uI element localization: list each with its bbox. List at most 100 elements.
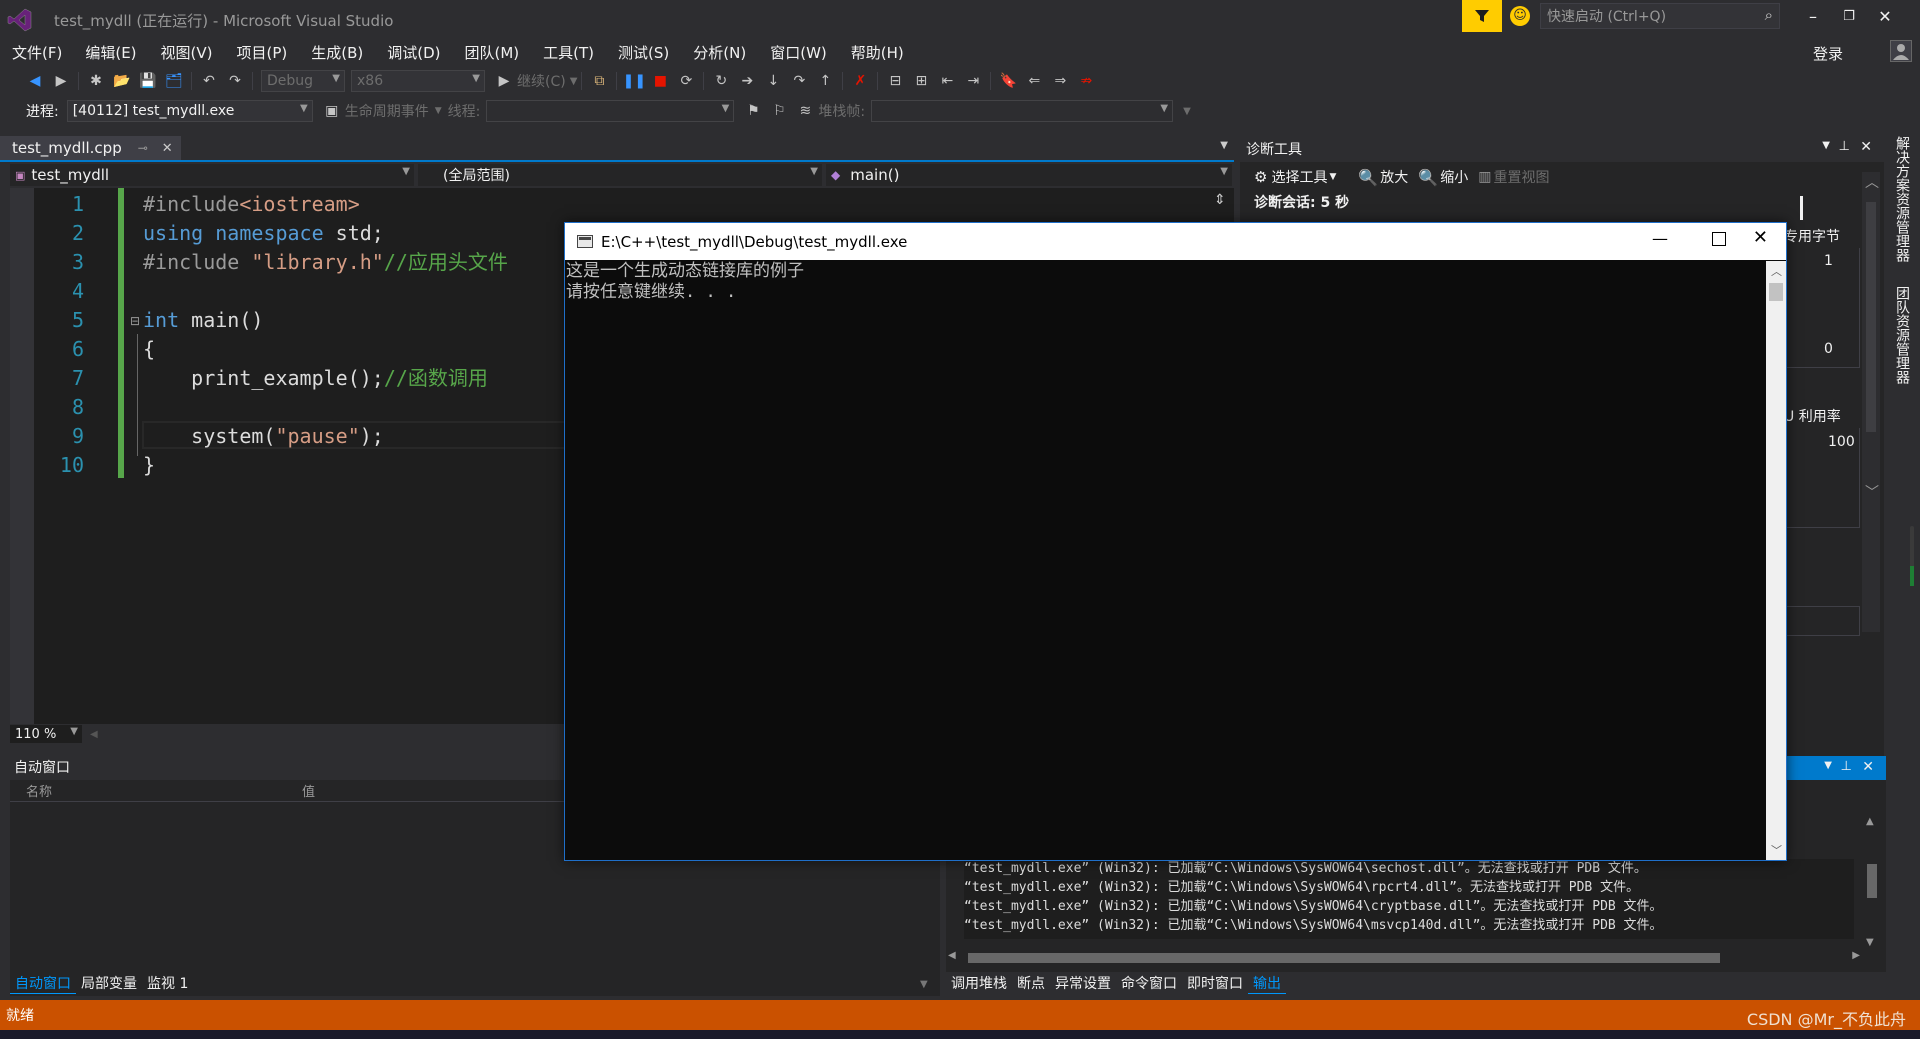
gear-icon[interactable]: ⚙ xyxy=(1254,168,1267,186)
menu-debug[interactable]: 调试(D) xyxy=(381,42,446,63)
close-tab-icon[interactable]: ✕ xyxy=(162,141,173,156)
output-text[interactable]: “test_mydll.exe” (Win32): 已加载“C:\Windows… xyxy=(964,859,1854,939)
undo-icon[interactable]: ↶ xyxy=(198,70,220,92)
pin-icon[interactable]: ⊸ xyxy=(138,141,148,155)
bookmark-icon[interactable]: 🔖 xyxy=(997,70,1019,92)
sign-in-link[interactable]: 登录 xyxy=(1813,43,1843,64)
browse-target-icon[interactable]: ⧉ xyxy=(588,70,610,92)
search-icon[interactable]: ⌕ xyxy=(1765,6,1773,24)
chevron-down-icon[interactable]: ▼ xyxy=(570,76,578,87)
tab-overflow-icon[interactable]: ▼ xyxy=(1220,140,1228,151)
new-project-icon[interactable]: ✱ xyxy=(85,70,107,92)
scroll-thumb[interactable] xyxy=(968,953,1720,963)
collapse-outline-icon[interactable]: ⊟ xyxy=(130,314,140,328)
zoom-out-icon[interactable]: 🔍 xyxy=(1418,168,1438,187)
nav-scope-dropdown[interactable]: (全局范围) ▼ xyxy=(418,164,822,186)
continue-icon[interactable]: ▶ xyxy=(493,70,515,92)
step-into-icon[interactable]: ➔ xyxy=(736,70,758,92)
minimize-button[interactable]: – xyxy=(1795,7,1831,26)
open-file-icon[interactable]: 📂 xyxy=(111,70,133,92)
scroll-thumb[interactable] xyxy=(1769,283,1783,301)
step-over-icon[interactable]: ↓ xyxy=(762,70,784,92)
chevron-down-icon[interactable]: ▼ xyxy=(435,106,442,116)
account-avatar-icon[interactable] xyxy=(1890,40,1912,62)
zoom-dropdown[interactable]: 110 % ▼ xyxy=(10,725,82,743)
side-tab-solution-explorer[interactable]: 解决方案资源管理器 xyxy=(1892,136,1912,262)
zoom-in-icon[interactable]: 🔍 xyxy=(1358,168,1378,187)
save-icon[interactable]: 💾 xyxy=(137,70,159,92)
zoom-out-button[interactable]: 缩小 xyxy=(1440,167,1468,187)
tab-command-window[interactable]: 命令窗口 xyxy=(1116,973,1182,993)
stackframe-dropdown[interactable]: ▼ xyxy=(871,100,1174,122)
lifecycle-label[interactable]: 生命周期事件 xyxy=(345,101,429,121)
scroll-right-icon[interactable]: ▶ xyxy=(1852,950,1860,961)
column-header-value[interactable]: 值 xyxy=(302,781,315,800)
hscroll-left-icon[interactable]: ◀ xyxy=(90,729,98,740)
menu-project[interactable]: 项目(P) xyxy=(231,42,294,63)
pin-icon[interactable]: ⊥ xyxy=(1839,139,1850,154)
chevron-down-icon[interactable]: ▼ xyxy=(1822,140,1830,151)
console-maximize-button[interactable] xyxy=(1712,232,1726,246)
zoom-in-button[interactable]: 放大 xyxy=(1380,167,1408,187)
scroll-down-icon[interactable]: ﹀ xyxy=(1771,842,1782,858)
scroll-thumb[interactable] xyxy=(1867,864,1877,898)
process-dropdown[interactable]: [40112] test_mydll.exe ▼ xyxy=(66,100,313,122)
scroll-up-icon[interactable]: ︿ xyxy=(1865,172,1879,192)
pause-icon[interactable]: ❚❚ xyxy=(623,70,646,92)
toolbar-overflow-icon[interactable]: ▼ xyxy=(1183,106,1191,117)
side-tab-team-explorer[interactable]: 团队资源管理器 xyxy=(1892,286,1912,384)
menu-window[interactable]: 窗口(W) xyxy=(764,42,833,63)
step-out-icon[interactable]: ↷ xyxy=(788,70,810,92)
flag-icon[interactable]: ⚑ xyxy=(742,100,764,122)
show-threads-icon[interactable]: ≋ xyxy=(794,100,816,122)
reset-view-button[interactable]: 重置视图 xyxy=(1493,167,1549,187)
tab-immediate-window[interactable]: 即时窗口 xyxy=(1182,973,1248,993)
menu-view[interactable]: 视图(V) xyxy=(155,42,219,63)
notification-filter-button[interactable] xyxy=(1462,0,1502,32)
tab-breakpoints[interactable]: 断点 xyxy=(1012,973,1050,993)
restart-icon[interactable]: ⟳ xyxy=(675,70,697,92)
document-tab-active[interactable]: test_mydll.cpp ⊸ ✕ xyxy=(0,136,181,160)
menu-build[interactable]: 生成(B) xyxy=(305,42,369,63)
menu-file[interactable]: 文件(F) xyxy=(6,42,68,63)
stop-icon[interactable]: ■ xyxy=(649,70,671,92)
decrease-indent-icon[interactable]: ⇤ xyxy=(936,70,958,92)
lifecycle-icon[interactable]: ▣ xyxy=(321,100,343,122)
tab-locals[interactable]: 局部变量 xyxy=(76,973,142,993)
increase-indent-icon[interactable]: ⇥ xyxy=(962,70,984,92)
autos-vscroll[interactable]: ▼ xyxy=(920,856,934,990)
output-vscroll[interactable]: ▲ ▼ xyxy=(1864,816,1880,948)
console-window[interactable]: E:\C++\test_mydll\Debug\test_mydll.exe —… xyxy=(564,222,1787,861)
uncomment-icon[interactable]: ⊞ xyxy=(910,70,932,92)
menu-team[interactable]: 团队(M) xyxy=(459,42,526,63)
tab-exception-settings[interactable]: 异常设置 xyxy=(1050,973,1116,993)
scroll-down-icon[interactable]: ▼ xyxy=(920,979,928,990)
restore-button[interactable]: ❐ xyxy=(1831,9,1867,24)
thread-dropdown[interactable]: ▼ xyxy=(486,100,735,122)
config-dropdown[interactable]: Debug ▼ xyxy=(261,70,345,92)
console-close-button[interactable]: ✕ xyxy=(1753,227,1768,248)
redo-icon[interactable]: ↷ xyxy=(224,70,246,92)
comment-out-icon[interactable]: ⊟ xyxy=(884,70,906,92)
show-next-statement-icon[interactable]: ↻ xyxy=(710,70,732,92)
output-hscroll[interactable]: ◀ ▶ xyxy=(946,950,1864,966)
continue-button-label[interactable]: 继续(C) xyxy=(517,71,566,91)
tab-output[interactable]: 输出 xyxy=(1248,973,1286,994)
menu-help[interactable]: 帮助(H) xyxy=(845,42,910,63)
flag-all-icon[interactable]: ⚐ xyxy=(768,100,790,122)
hot-reload-icon[interactable]: ✗ xyxy=(849,70,871,92)
scroll-up-icon[interactable]: ▲ xyxy=(1866,816,1874,827)
chevron-down-icon[interactable]: ▼ xyxy=(1329,172,1336,182)
column-header-name[interactable]: 名称 xyxy=(26,781,302,800)
pin-icon[interactable]: ⊥ xyxy=(1841,759,1852,774)
feedback-smiley-icon[interactable]: ☺ xyxy=(1510,6,1530,26)
chevron-down-icon[interactable]: ▼ xyxy=(1824,760,1832,771)
tab-watch-1[interactable]: 监视 1 xyxy=(142,973,193,993)
select-tools-button[interactable]: 选择工具 xyxy=(1271,167,1327,187)
menu-analyze[interactable]: 分析(N) xyxy=(687,42,752,63)
console-vscroll[interactable]: ︿ ﹀ xyxy=(1766,261,1786,860)
step-up-icon[interactable]: ↑ xyxy=(814,70,836,92)
close-icon[interactable]: ✕ xyxy=(1860,139,1872,155)
menu-tools[interactable]: 工具(T) xyxy=(537,42,600,63)
save-all-icon[interactable]: 🗂 xyxy=(163,70,185,92)
